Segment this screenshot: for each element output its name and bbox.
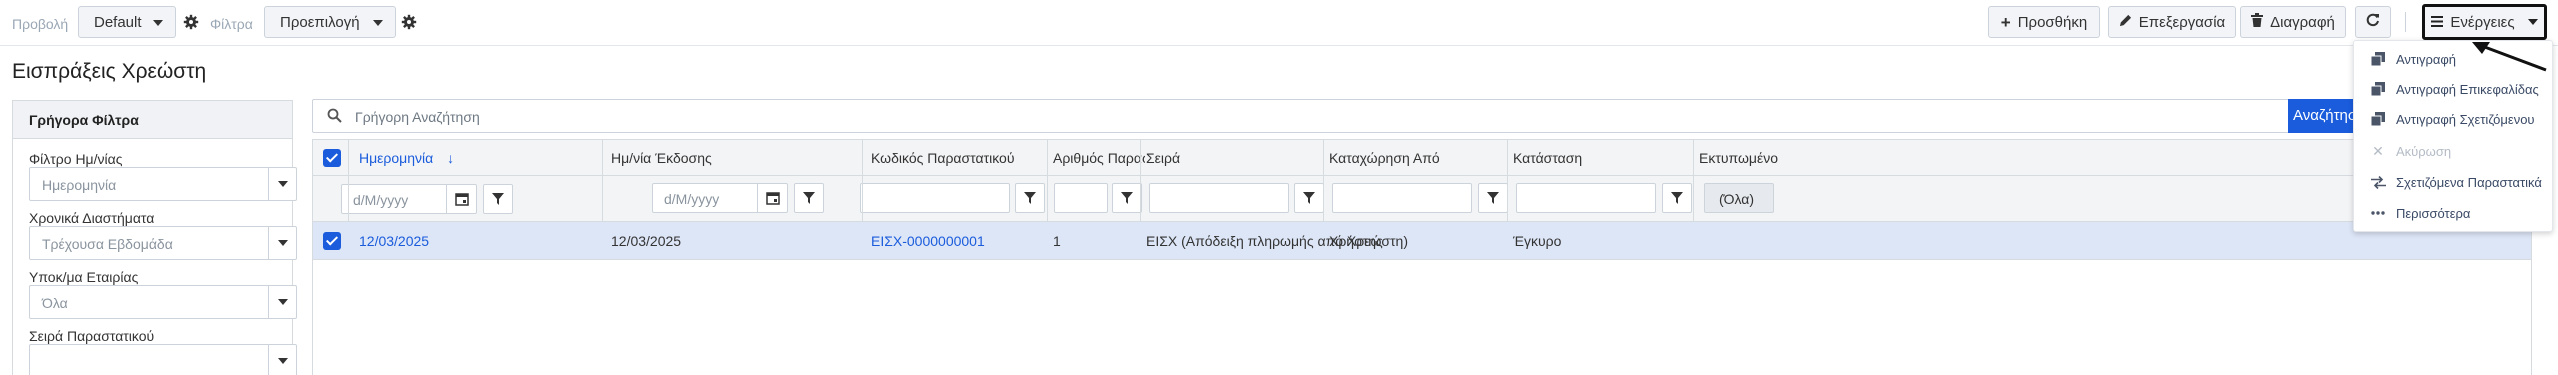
view-settings-gear-icon[interactable]	[178, 8, 204, 36]
company-branch-select[interactable]: Όλα	[29, 285, 297, 319]
menu-item-related-documents[interactable]: Σχετιζόμενα Παραστατικά	[2354, 168, 2554, 196]
more-dots-icon	[2368, 211, 2388, 215]
delete-button-label: Διαγραφή	[2270, 13, 2335, 31]
edit-button-label: Επεξεργασία	[2138, 13, 2226, 31]
menu-item-label: Σχετιζόμενα Παραστατικά	[2396, 174, 2542, 190]
page-title: Εισπράξεις Χρεώστη	[12, 60, 207, 83]
menu-item-label: Αντιγραφή	[2396, 51, 2457, 67]
time-period-select[interactable]: Τρέχουσα Εβδομάδα	[29, 226, 297, 260]
filters-settings-gear-icon[interactable]	[396, 8, 422, 36]
menu-lines-icon	[2431, 14, 2444, 31]
row-date[interactable]: 12/03/2025	[359, 233, 429, 249]
column-separator	[1507, 139, 1508, 221]
edit-button[interactable]: Επεξεργασία	[2108, 6, 2236, 38]
trash-icon	[2251, 13, 2264, 31]
column-separator	[1693, 139, 1694, 221]
copy-icon	[2368, 112, 2388, 126]
date-filter-value: Ημερομηνία	[42, 177, 117, 193]
actions-dropdown-button[interactable]: Ενέργειες	[2422, 4, 2547, 40]
column-separator	[1140, 139, 1141, 221]
column-separator	[1047, 139, 1048, 221]
document-series-label: Σειρά Παραστατικού	[29, 328, 155, 344]
chevron-down-icon	[373, 20, 383, 26]
column-separator	[1323, 139, 1324, 221]
date-filter-select[interactable]: Ημερομηνία	[29, 167, 297, 201]
search-placeholder: Γρήγορη Αναζήτηση	[355, 109, 480, 125]
toolbar-divider	[2405, 12, 2406, 32]
column-separator	[862, 139, 863, 221]
view-select-value: Default	[94, 14, 142, 31]
row-document-number: 1	[1053, 233, 1061, 249]
pencil-icon	[2119, 14, 2132, 31]
date-filter-label: Φίλτρο Ημ/νίας	[29, 151, 123, 167]
delete-button[interactable]: Διαγραφή	[2240, 6, 2346, 38]
time-period-label: Χρονικά Διαστήματα	[29, 210, 155, 226]
menu-item-label: Αντιγραφή Σχετιζόμενου	[2396, 111, 2535, 127]
add-button[interactable]: + Προσθήκη	[1988, 6, 2100, 38]
menu-item-label: Ακύρωση	[2396, 143, 2452, 159]
menu-item-copy-related[interactable]: Αντιγραφή Σχετιζόμενου	[2354, 105, 2554, 133]
chevron-down-icon	[268, 345, 296, 375]
column-separator	[348, 139, 349, 221]
document-series-select[interactable]	[29, 344, 297, 375]
filters-label: Φίλτρα	[210, 16, 253, 32]
refresh-icon	[2366, 13, 2380, 31]
menu-item-cancel: ✕ Ακύρωση	[2354, 137, 2554, 165]
row-issue-date: 12/03/2025	[611, 233, 682, 249]
row-entered-by: Χρήστης	[1329, 233, 1383, 249]
add-button-label: Προσθήκη	[2017, 13, 2088, 31]
copy-icon	[2368, 82, 2388, 96]
row-checkbox[interactable]	[323, 232, 341, 250]
time-period-value: Τρέχουσα Εβδομάδα	[42, 236, 173, 252]
row-document-code[interactable]: ΕΙΣΧ-0000000001	[871, 233, 985, 249]
copy-icon	[2368, 52, 2388, 66]
top-toolbar: Προβολή Default Φίλτρα Προεπιλογή + Προσ…	[0, 0, 2558, 46]
menu-item-label: Αντιγραφή Επικεφαλίδας	[2396, 81, 2539, 97]
row-status: Έγκυρο	[1513, 233, 1562, 249]
refresh-button[interactable]	[2355, 6, 2391, 38]
search-button[interactable]: Αναζήτηση	[2288, 99, 2358, 133]
chevron-down-icon	[268, 227, 296, 259]
chevron-down-icon	[268, 168, 296, 200]
menu-item-copy-header[interactable]: Αντιγραφή Επικεφαλίδας	[2354, 75, 2554, 103]
quick-search-input[interactable]: Γρήγορη Αναζήτηση	[312, 99, 2357, 133]
filters-select[interactable]: Προεπιλογή	[264, 6, 396, 38]
close-icon: ✕	[2372, 142, 2384, 159]
company-branch-label: Υποκ/μα Εταιρίας	[29, 269, 139, 285]
chevron-down-icon	[153, 20, 163, 26]
swap-arrows-icon	[2368, 175, 2388, 189]
table-row[interactable]: 12/03/2025 12/03/2025 ΕΙΣΧ-0000000001 1 …	[313, 222, 2531, 260]
grid-column-separators	[312, 139, 2532, 221]
filters-select-value: Προεπιλογή	[280, 14, 360, 31]
view-select[interactable]: Default	[78, 6, 176, 38]
view-label: Προβολή	[12, 16, 69, 32]
menu-item-label: Περισσότερα	[2396, 205, 2471, 221]
company-branch-value: Όλα	[42, 295, 68, 311]
chevron-down-icon	[2527, 19, 2538, 25]
actions-button-label: Ενέργειες	[2450, 13, 2515, 31]
plus-icon: +	[2000, 12, 2011, 32]
annotation-arrow-icon	[2472, 42, 2547, 72]
search-icon	[327, 108, 342, 126]
chevron-down-icon	[268, 286, 296, 318]
menu-item-more[interactable]: Περισσότερα	[2354, 199, 2554, 227]
quick-filters-panel: Γρήγορα Φίλτρα Φίλτρο Ημ/νίας Ημερομηνία…	[12, 100, 297, 375]
column-separator	[602, 139, 603, 221]
quick-filters-title: Γρήγορα Φίλτρα	[13, 101, 292, 139]
